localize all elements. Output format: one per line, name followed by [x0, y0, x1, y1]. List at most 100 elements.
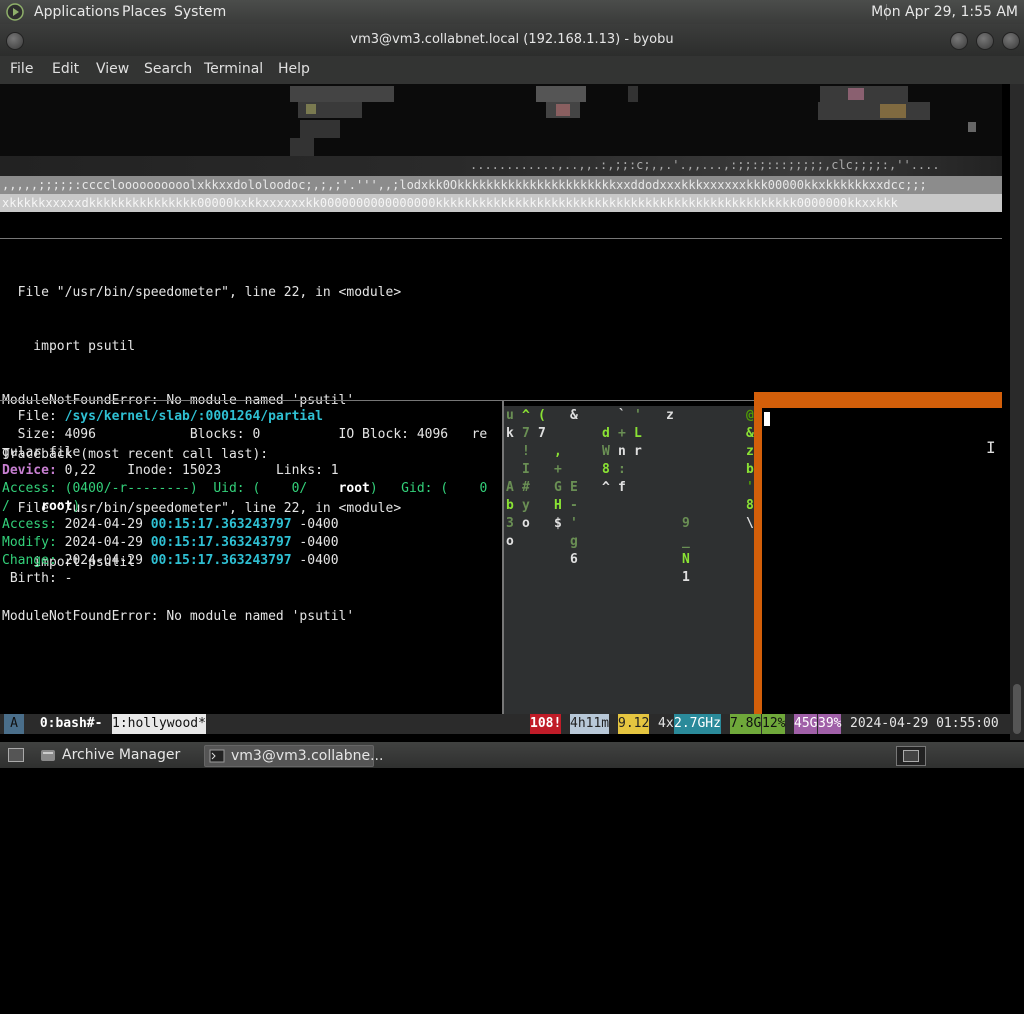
matrix-glyph: :: [618, 462, 626, 477]
matrix-glyph: o: [522, 516, 530, 531]
matrix-glyph: ,: [554, 444, 562, 459]
matrix-glyph: f: [618, 480, 626, 495]
matrix-glyph: $: [554, 516, 562, 531]
matrix-glyph: 3: [506, 516, 514, 531]
scrollbar-thumb[interactable]: [1013, 684, 1021, 734]
window-menu-icon[interactable]: [6, 32, 24, 50]
matrix-glyph: 7: [538, 426, 546, 441]
terminal-scrollbar[interactable]: [1010, 84, 1024, 740]
traceback-line: import psutil: [2, 339, 136, 354]
stat-device-value: 0,22 Inode: 15023 Links: 1: [56, 463, 339, 478]
matrix-glyph: \: [746, 516, 754, 531]
stat-date: 2024-04-29: [56, 535, 151, 550]
text-cursor: [764, 412, 770, 426]
memory-percent-badge: 12%: [762, 714, 786, 734]
terminal-area[interactable]: ............,..,,.:,;;:c;,,.'.,,...,:;;:…: [0, 84, 1010, 740]
stat-output-pane: File: /sys/kernel/slab/:0001264/partial …: [0, 406, 500, 716]
workspace-switcher[interactable]: [896, 746, 926, 766]
matrix-glyph: d: [602, 426, 610, 441]
traceback-line: File "/usr/bin/speedometer", line 22, in…: [2, 285, 402, 300]
window-tab-hollywood[interactable]: 1:hollywood*: [112, 714, 206, 734]
taskbar-item-terminal[interactable]: vm3@vm3.collabne...: [204, 745, 383, 767]
ascii-art-pane: ............,..,,.:,;;:c;,,.'.,,...,:;;:…: [0, 84, 1002, 212]
window-title: vm3@vm3.collabnet.local (192.168.1.13) -…: [350, 32, 674, 47]
stat-date: 2024-04-29: [56, 553, 151, 568]
window-tab-bash[interactable]: 0:bash#-: [32, 714, 110, 734]
stat-label: Access:: [2, 481, 57, 496]
taskbar-item-archive-manager[interactable]: Archive Manager: [36, 745, 218, 765]
matrix-glyph: o: [506, 534, 514, 549]
matrix-glyph: ': [570, 516, 578, 531]
load-badge: 9.12: [618, 714, 650, 734]
matrix-glyph: 7: [522, 426, 530, 441]
stat-label: Change:: [2, 553, 57, 568]
stat-type-line: gular file: [2, 445, 81, 460]
matrix-glyph: W: [602, 444, 610, 459]
matrix-glyph: N: [682, 552, 690, 567]
stat-owner: root: [338, 481, 370, 496]
maximize-icon[interactable]: [976, 32, 994, 50]
status-datetime: 2024-04-29 01:55:00: [850, 716, 999, 731]
pane-divider: [0, 400, 754, 401]
updates-badge: 108!: [530, 714, 562, 734]
stat-birth-line: Birth: -: [2, 571, 73, 586]
menu-file[interactable]: File: [10, 61, 33, 77]
bottom-taskbar: Archive Manager vm3@vm3.collabne...: [0, 742, 1024, 768]
stat-label: Device:: [2, 463, 57, 478]
matrix-glyph: I: [522, 462, 530, 477]
matrix-glyph: ^: [602, 480, 610, 495]
matrix-glyph: y: [522, 498, 530, 513]
matrix-rain-pane: u ^(& ` ' z @ k 7 7 d + L &!, Wn r z I +8: b A # G E ^ f ' b y H -8 3 o…: [504, 406, 754, 716]
stat-time: 00:15:17.363243797: [150, 517, 292, 532]
menu-view[interactable]: View: [96, 61, 129, 77]
taskbar-item-label: vm3@vm3.collabne...: [231, 748, 384, 764]
cpu-count: 4x: [658, 716, 674, 731]
matrix-glyph: (: [538, 408, 546, 423]
matrix-glyph: _: [682, 534, 690, 549]
minimize-icon[interactable]: [950, 32, 968, 50]
distro-logo-icon[interactable]: [6, 3, 24, 21]
menu-help[interactable]: Help: [278, 61, 310, 77]
matrix-glyph: E: [570, 480, 578, 495]
menu-edit[interactable]: Edit: [52, 61, 79, 77]
byobu-logo: A: [4, 714, 24, 734]
taskbar-item-label: Archive Manager: [62, 747, 181, 763]
matrix-glyph: ': [634, 408, 642, 423]
window-titlebar[interactable]: vm3@vm3.collabnet.local (192.168.1.13) -…: [0, 24, 1024, 56]
byobu-status-bar: A 0:bash#- 1:hollywood* 108! 4h11m 9.12 …: [0, 714, 1010, 734]
matrix-glyph: +: [554, 462, 562, 477]
close-icon[interactable]: [1002, 32, 1020, 50]
matrix-glyph: ': [746, 480, 754, 495]
active-pane[interactable]: I: [754, 392, 1002, 716]
menu-search[interactable]: Search: [144, 61, 192, 77]
applications-menu[interactable]: Applications: [34, 4, 120, 20]
menu-terminal[interactable]: Terminal: [204, 61, 263, 77]
matrix-glyph: 9: [682, 516, 690, 531]
matrix-glyph: `: [618, 408, 626, 423]
matrix-glyph: z: [746, 444, 754, 459]
stat-gid-value: ): [72, 499, 81, 514]
active-pane-border: [754, 392, 1002, 408]
matrix-glyph: +: [618, 426, 626, 441]
terminal-menubar: File Edit View Search Terminal Help: [0, 56, 1024, 84]
matrix-glyph: @: [746, 408, 754, 423]
stat-tz: -0400: [291, 553, 339, 568]
system-menu[interactable]: System: [174, 4, 226, 20]
matrix-glyph: z: [666, 408, 674, 423]
stat-date: 2024-04-29: [56, 517, 151, 532]
panel-clock[interactable]: Mon Apr 29, 1:55 AM: [871, 4, 1018, 20]
art-line: xkkkkkxxxxxdkkkkkkkkkkkkkkk00000kxkkxxxx…: [2, 196, 898, 210]
disk-total-badge: 45G: [794, 714, 818, 734]
stat-label: File:: [2, 409, 65, 424]
matrix-glyph: b: [746, 462, 754, 477]
memory-total-badge: 7.8G: [730, 714, 762, 734]
matrix-glyph: 1: [682, 570, 690, 585]
stat-file-path: /sys/kernel/slab/:0001264/partial: [64, 409, 323, 424]
matrix-glyph: H: [554, 498, 562, 513]
stat-access-value: (0400/-r--------) Uid: ( 0/: [56, 481, 339, 496]
matrix-glyph: L: [634, 426, 642, 441]
places-menu[interactable]: Places: [122, 4, 167, 20]
matrix-glyph: ^: [522, 408, 530, 423]
show-desktop-button[interactable]: [2, 745, 34, 765]
stat-label: Access:: [2, 517, 57, 532]
